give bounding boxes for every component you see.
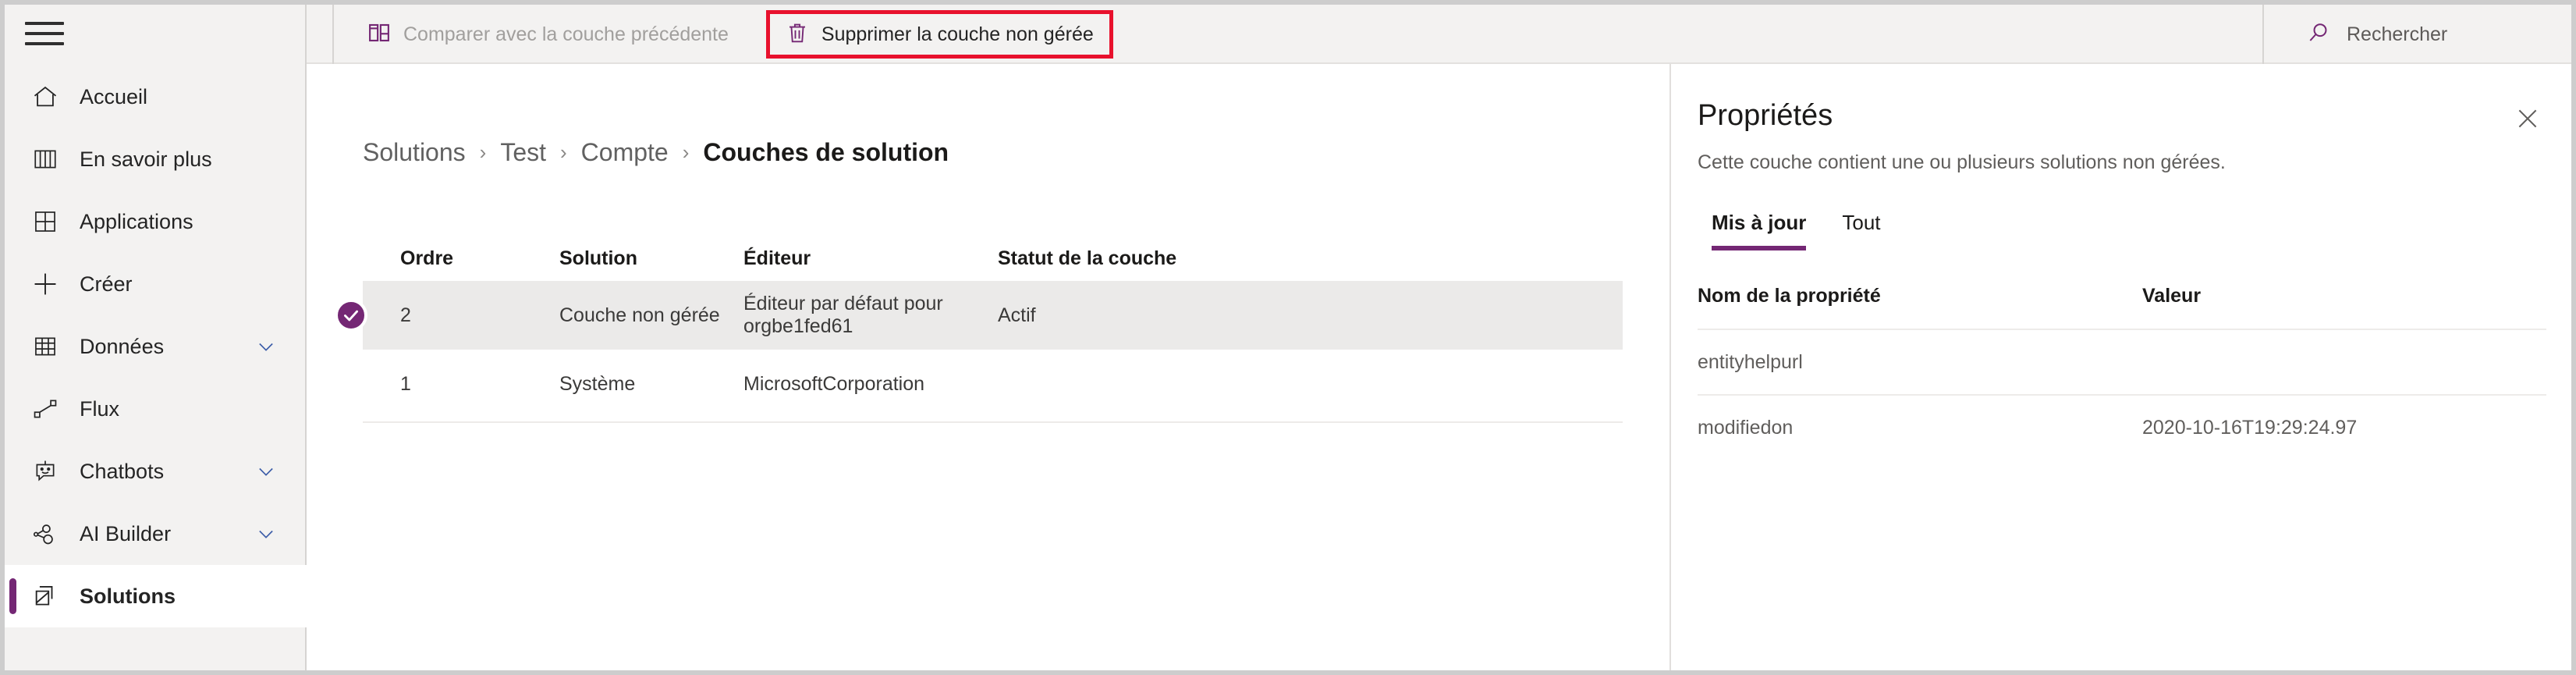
- search-icon: [2306, 20, 2331, 49]
- cell-editeur: Éditeur par défaut pour orgbe1fed61: [743, 293, 943, 337]
- properties-table: Nom de la propriété Valeur entityhelpurl…: [1698, 263, 2546, 460]
- cell-solution: Couche non gérée: [559, 304, 720, 326]
- plus-icon: [28, 267, 62, 301]
- compare-button-label: Comparer avec la couche précédente: [403, 23, 729, 45]
- home-icon: [28, 80, 62, 114]
- properties-row[interactable]: modifiedon 2020-10-16T19:29:24.97: [1698, 394, 2546, 460]
- chevron-down-icon[interactable]: [255, 523, 277, 545]
- panel-tabs: Mis à jour Tout: [1698, 204, 1895, 250]
- panel-subtitle: Cette couche contient une ou plusieurs s…: [1698, 151, 2226, 173]
- cell-property-name: entityhelpurl: [1698, 350, 1803, 373]
- ai-builder-icon: [28, 517, 62, 551]
- breadcrumb-separator-icon: ›: [560, 140, 567, 164]
- table-icon: [28, 329, 62, 364]
- sidebar-item-label: Accueil: [80, 84, 148, 108]
- sidebar-item-flux[interactable]: Flux: [5, 378, 307, 440]
- hamburger-bar: [25, 22, 64, 25]
- compare-with-previous-layer-button[interactable]: Comparer avec la couche précédente: [350, 11, 746, 58]
- sidebar-item-label: Applications: [80, 209, 193, 233]
- column-header-solution[interactable]: Solution: [559, 247, 743, 270]
- command-buttons: Comparer avec la couche précédente Suppr…: [350, 5, 1113, 64]
- check-circle-icon[interactable]: [335, 299, 367, 332]
- search-input[interactable]: Rechercher: [2262, 5, 2562, 64]
- sidebar-item-label: Données: [80, 334, 165, 358]
- sidebar-item-label: AI Builder: [80, 521, 172, 545]
- sidebar-item-chatbots[interactable]: Chatbots: [5, 440, 307, 503]
- sidebar-item-en-savoir-plus[interactable]: En savoir plus: [5, 128, 307, 190]
- sidebar-item-label: Flux: [80, 396, 120, 421]
- sidebar-item-applications[interactable]: Applications: [5, 190, 307, 253]
- apps-grid-icon: [28, 204, 62, 239]
- sidebar-nav: Accueil En savoir plus Applications Crée…: [5, 66, 307, 627]
- properties-row[interactable]: entityhelpurl: [1698, 329, 2546, 394]
- hamburger-menu-icon[interactable]: [21, 20, 68, 47]
- top-command-bar: Comparer avec la couche précédente Suppr…: [307, 5, 2571, 64]
- sidebar-item-label: En savoir plus: [80, 147, 212, 171]
- active-indicator-bar: [9, 578, 16, 614]
- sidebar-item-accueil[interactable]: Accueil: [5, 66, 307, 128]
- cell-property-name: modifiedon: [1698, 416, 1794, 439]
- close-icon[interactable]: [2510, 101, 2545, 136]
- app-window: Accueil En savoir plus Applications Crée…: [0, 0, 2576, 675]
- sidebar-item-creer[interactable]: Créer: [5, 253, 307, 315]
- column-header-nom-propriete: Nom de la propriété: [1698, 284, 1881, 307]
- sidebar-item-ai-builder[interactable]: AI Builder: [5, 503, 307, 565]
- properties-header-row: Nom de la propriété Valeur: [1698, 263, 2546, 329]
- column-header-statut[interactable]: Statut de la couche: [998, 247, 1193, 270]
- sidebar: Accueil En savoir plus Applications Crée…: [5, 5, 307, 670]
- sidebar-item-label: Chatbots: [80, 459, 165, 483]
- cell-ordre: 2: [400, 304, 411, 326]
- column-header-ordre[interactable]: Ordre: [400, 247, 559, 270]
- book-icon: [28, 142, 62, 176]
- toolbar-divider: [332, 5, 334, 64]
- breadcrumb-separator-icon: ›: [479, 140, 487, 164]
- sidebar-item-donnees[interactable]: Données: [5, 315, 307, 378]
- table-row[interactable]: 2 Couche non gérée Éditeur par défaut po…: [335, 281, 1623, 350]
- sidebar-item-label: Solutions: [80, 584, 176, 608]
- cell-ordre: 1: [400, 372, 411, 395]
- panel-title: Propriétés: [1698, 99, 1833, 132]
- breadcrumb-item-compte[interactable]: Compte: [581, 138, 669, 167]
- breadcrumb-item-solutions[interactable]: Solutions: [363, 138, 466, 167]
- table-bottom-divider: [363, 421, 1623, 423]
- main-content: Solutions › Test › Compte › Couches de s…: [308, 64, 1671, 670]
- hamburger-bar: [25, 42, 64, 45]
- breadcrumb-separator-icon: ›: [682, 140, 690, 164]
- cell-statut: Actif: [998, 304, 1036, 326]
- sidebar-item-solutions[interactable]: Solutions: [5, 565, 307, 627]
- cell-solution: Système: [559, 372, 636, 395]
- tab-tout[interactable]: Tout: [1828, 204, 1894, 250]
- breadcrumb: Solutions › Test › Compte › Couches de s…: [363, 138, 949, 167]
- column-header-valeur: Valeur: [2142, 284, 2202, 307]
- column-header-editeur[interactable]: Éditeur: [743, 247, 998, 270]
- cell-editeur: MicrosoftCorporation: [743, 372, 925, 395]
- solutions-icon: [28, 579, 62, 613]
- breadcrumb-item-current: Couches de solution: [703, 138, 949, 166]
- chevron-down-icon[interactable]: [255, 336, 277, 357]
- chevron-down-icon[interactable]: [255, 460, 277, 482]
- flow-icon: [28, 392, 62, 426]
- cell-property-value: 2020-10-16T19:29:24.97: [2142, 416, 2358, 439]
- tab-mis-a-jour[interactable]: Mis à jour: [1698, 204, 1820, 250]
- properties-panel: Propriétés Cette couche contient une ou …: [1673, 64, 2571, 670]
- trash-icon: [786, 21, 809, 48]
- hamburger-bar: [25, 32, 64, 35]
- solution-layers-table: Ordre Solution Éditeur Statut de la couc…: [335, 236, 1623, 423]
- robot-icon: [28, 454, 62, 488]
- delete-button-label: Supprimer la couche non gérée: [821, 23, 1094, 45]
- search-placeholder-label: Rechercher: [2347, 23, 2448, 45]
- delete-unmanaged-layer-button[interactable]: Supprimer la couche non gérée: [765, 10, 1113, 59]
- table-row[interactable]: 1 Système MicrosoftCorporation: [363, 350, 1623, 418]
- sidebar-item-label: Créer: [80, 272, 133, 296]
- breadcrumb-item-test[interactable]: Test: [500, 138, 546, 167]
- compare-layers-icon: [367, 21, 391, 48]
- table-header-row: Ordre Solution Éditeur Statut de la couc…: [363, 236, 1623, 281]
